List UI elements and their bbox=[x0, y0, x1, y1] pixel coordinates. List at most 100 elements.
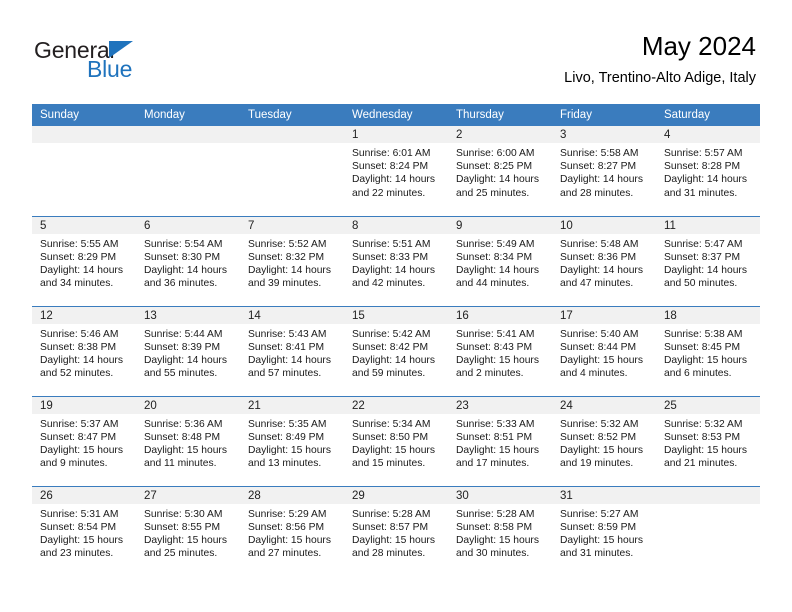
day-sunset-text: Sunset: 8:43 PM bbox=[456, 341, 533, 353]
day-sunset-text: Sunset: 8:29 PM bbox=[40, 251, 117, 263]
calendar-day-cell[interactable]: 3 Sunrise: 5:58 AM Sunset: 8:27 PM Daylight… bbox=[552, 126, 656, 216]
calendar-day-cell[interactable] bbox=[136, 126, 240, 216]
day-cell-content: 17 Sunrise: 5:40 AM Sunset: 8:44 PM Dayligh… bbox=[552, 306, 656, 396]
calendar-day-cell[interactable]: 10 Sunrise: 5:48 AM Sunset: 8:36 PM Dayligh… bbox=[552, 215, 656, 306]
weekday-header-tuesday: Tuesday bbox=[240, 104, 344, 126]
calendar-day-cell[interactable]: 6 Sunrise: 5:54 AM Sunset: 8:30 PM Daylight… bbox=[136, 215, 240, 306]
calendar-day-cell[interactable]: 25 Sunrise: 5:32 AM Sunset: 8:53 PM Dayligh… bbox=[656, 395, 760, 486]
day-sunset-text: Sunset: 8:51 PM bbox=[456, 431, 533, 443]
day-sunset-text: Sunset: 8:25 PM bbox=[456, 161, 533, 173]
calendar-week-row: 12 Sunrise: 5:46 AM Sunset: 8:38 PM Dayligh… bbox=[32, 305, 760, 396]
calendar-day-cell[interactable]: 9 Sunrise: 5:49 AM Sunset: 8:34 PM Daylight… bbox=[448, 215, 552, 306]
calendar-day-cell[interactable]: 1 Sunrise: 6:01 AM Sunset: 8:24 PM Daylight… bbox=[344, 126, 448, 216]
weekday-header-sunday: Sunday bbox=[32, 104, 136, 126]
day-daylight-line1-text: Daylight: 15 hours bbox=[664, 444, 747, 456]
general-blue-logo[interactable]: General Blue bbox=[34, 38, 234, 88]
calendar-day-cell[interactable]: 28 Sunrise: 5:29 AM Sunset: 8:56 PM Dayligh… bbox=[240, 485, 344, 576]
day-number: 18 bbox=[656, 306, 760, 324]
calendar-day-cell[interactable]: 21 Sunrise: 5:35 AM Sunset: 8:49 PM Dayligh… bbox=[240, 395, 344, 486]
day-daylight-line1-text: Daylight: 15 hours bbox=[352, 534, 435, 546]
day-daylight-line1-text: Daylight: 14 hours bbox=[560, 174, 643, 186]
day-daylight-line1-text: Daylight: 14 hours bbox=[664, 264, 747, 276]
calendar-week-row: 19 Sunrise: 5:37 AM Sunset: 8:47 PM Dayligh… bbox=[32, 395, 760, 486]
day-number: 25 bbox=[656, 396, 760, 414]
day-daylight-line2-text: and 31 minutes. bbox=[560, 548, 634, 560]
calendar-day-cell[interactable]: 7 Sunrise: 5:52 AM Sunset: 8:32 PM Daylight… bbox=[240, 215, 344, 306]
calendar-day-cell[interactable] bbox=[656, 485, 760, 576]
calendar-day-cell[interactable]: 13 Sunrise: 5:44 AM Sunset: 8:39 PM Dayligh… bbox=[136, 305, 240, 396]
calendar-day-cell[interactable]: 15 Sunrise: 5:42 AM Sunset: 8:42 PM Dayligh… bbox=[344, 305, 448, 396]
calendar-day-cell[interactable]: 2 Sunrise: 6:00 AM Sunset: 8:25 PM Daylight… bbox=[448, 126, 552, 216]
day-sunrise-text: Sunrise: 5:49 AM bbox=[456, 238, 535, 250]
day-daylight-line2-text: and 6 minutes. bbox=[664, 368, 732, 380]
day-cell-content: 24 Sunrise: 5:32 AM Sunset: 8:52 PM Dayligh… bbox=[552, 396, 656, 486]
day-number: 27 bbox=[136, 486, 240, 504]
day-sunrise-text: Sunrise: 5:47 AM bbox=[664, 238, 743, 250]
day-details: Sunrise: 5:33 AM Sunset: 8:51 PM Daylight:… bbox=[448, 414, 552, 471]
day-cell-content: 10 Sunrise: 5:48 AM Sunset: 8:36 PM Dayligh… bbox=[552, 216, 656, 306]
day-sunrise-text: Sunrise: 5:35 AM bbox=[248, 418, 327, 430]
calendar-day-cell[interactable]: 18 Sunrise: 5:38 AM Sunset: 8:45 PM Dayligh… bbox=[656, 305, 760, 396]
calendar-week-row: 5 Sunrise: 5:55 AM Sunset: 8:29 PM Daylight… bbox=[32, 215, 760, 306]
calendar-day-cell[interactable]: 20 Sunrise: 5:36 AM Sunset: 8:48 PM Dayligh… bbox=[136, 395, 240, 486]
day-daylight-line2-text: and 25 minutes. bbox=[456, 187, 530, 199]
calendar-day-cell[interactable] bbox=[32, 126, 136, 216]
calendar-day-cell[interactable]: 5 Sunrise: 5:55 AM Sunset: 8:29 PM Daylight… bbox=[32, 215, 136, 306]
day-daylight-line1-text: Daylight: 14 hours bbox=[352, 174, 435, 186]
day-daylight-line2-text: and 11 minutes. bbox=[144, 458, 217, 470]
day-cell-content bbox=[240, 126, 344, 215]
day-details: Sunrise: 5:43 AM Sunset: 8:41 PM Daylight:… bbox=[240, 324, 344, 381]
day-sunrise-text: Sunrise: 5:36 AM bbox=[144, 418, 223, 430]
day-number: 19 bbox=[32, 396, 136, 414]
day-sunset-text: Sunset: 8:24 PM bbox=[352, 161, 429, 173]
day-number: 14 bbox=[240, 306, 344, 324]
day-daylight-line1-text: Daylight: 15 hours bbox=[352, 444, 435, 456]
day-daylight-line1-text: Daylight: 15 hours bbox=[456, 444, 539, 456]
calendar-day-cell[interactable]: 17 Sunrise: 5:40 AM Sunset: 8:44 PM Dayligh… bbox=[552, 305, 656, 396]
day-cell-content: 4 Sunrise: 5:57 AM Sunset: 8:28 PM Daylight… bbox=[656, 126, 760, 215]
calendar-day-cell[interactable]: 27 Sunrise: 5:30 AM Sunset: 8:55 PM Dayligh… bbox=[136, 485, 240, 576]
calendar-day-cell[interactable]: 14 Sunrise: 5:43 AM Sunset: 8:41 PM Dayligh… bbox=[240, 305, 344, 396]
day-sunset-text: Sunset: 8:57 PM bbox=[352, 521, 429, 533]
page-subtitle: Livo, Trentino-Alto Adige, Italy bbox=[564, 70, 756, 86]
day-cell-content bbox=[32, 126, 136, 215]
day-cell-content: 31 Sunrise: 5:27 AM Sunset: 8:59 PM Dayligh… bbox=[552, 486, 656, 576]
calendar-day-cell[interactable]: 16 Sunrise: 5:41 AM Sunset: 8:43 PM Dayligh… bbox=[448, 305, 552, 396]
day-number: 3 bbox=[552, 126, 656, 143]
calendar-day-cell[interactable]: 26 Sunrise: 5:31 AM Sunset: 8:54 PM Dayligh… bbox=[32, 485, 136, 576]
day-details: Sunrise: 5:32 AM Sunset: 8:53 PM Daylight:… bbox=[656, 414, 760, 471]
day-sunset-text: Sunset: 8:32 PM bbox=[248, 251, 325, 263]
calendar-day-cell[interactable]: 19 Sunrise: 5:37 AM Sunset: 8:47 PM Dayligh… bbox=[32, 395, 136, 486]
day-daylight-line1-text: Daylight: 14 hours bbox=[352, 264, 435, 276]
day-sunset-text: Sunset: 8:53 PM bbox=[664, 431, 741, 443]
calendar-day-cell[interactable] bbox=[240, 126, 344, 216]
day-sunset-text: Sunset: 8:52 PM bbox=[560, 431, 637, 443]
day-details: Sunrise: 5:38 AM Sunset: 8:45 PM Daylight:… bbox=[656, 324, 760, 381]
calendar-day-cell[interactable]: 22 Sunrise: 5:34 AM Sunset: 8:50 PM Dayligh… bbox=[344, 395, 448, 486]
weekday-header-thursday: Thursday bbox=[448, 104, 552, 126]
day-details: Sunrise: 6:01 AM Sunset: 8:24 PM Daylight:… bbox=[344, 143, 448, 200]
calendar-day-cell[interactable]: 31 Sunrise: 5:27 AM Sunset: 8:59 PM Dayligh… bbox=[552, 485, 656, 576]
calendar-day-cell[interactable]: 11 Sunrise: 5:47 AM Sunset: 8:37 PM Dayligh… bbox=[656, 215, 760, 306]
calendar-day-cell[interactable]: 12 Sunrise: 5:46 AM Sunset: 8:38 PM Dayligh… bbox=[32, 305, 136, 396]
day-daylight-line1-text: Daylight: 14 hours bbox=[560, 264, 643, 276]
calendar-day-cell[interactable]: 29 Sunrise: 5:28 AM Sunset: 8:57 PM Dayligh… bbox=[344, 485, 448, 576]
calendar-table: Sunday Monday Tuesday Wednesday Thursday… bbox=[32, 104, 760, 576]
day-details: Sunrise: 5:48 AM Sunset: 8:36 PM Daylight:… bbox=[552, 234, 656, 291]
day-sunrise-text: Sunrise: 5:43 AM bbox=[248, 328, 327, 340]
calendar-day-cell[interactable]: 30 Sunrise: 5:28 AM Sunset: 8:58 PM Dayligh… bbox=[448, 485, 552, 576]
calendar-day-cell[interactable]: 4 Sunrise: 5:57 AM Sunset: 8:28 PM Daylight… bbox=[656, 126, 760, 216]
day-number: 4 bbox=[656, 126, 760, 143]
day-number: 23 bbox=[448, 396, 552, 414]
day-details: Sunrise: 5:41 AM Sunset: 8:43 PM Daylight:… bbox=[448, 324, 552, 381]
calendar-day-cell[interactable]: 8 Sunrise: 5:51 AM Sunset: 8:33 PM Daylight… bbox=[344, 215, 448, 306]
day-number: 8 bbox=[344, 216, 448, 234]
day-sunset-text: Sunset: 8:54 PM bbox=[40, 521, 117, 533]
calendar-day-cell[interactable]: 23 Sunrise: 5:33 AM Sunset: 8:51 PM Dayligh… bbox=[448, 395, 552, 486]
day-sunrise-text: Sunrise: 5:34 AM bbox=[352, 418, 431, 430]
day-sunset-text: Sunset: 8:45 PM bbox=[664, 341, 741, 353]
day-number: 29 bbox=[344, 486, 448, 504]
day-details: Sunrise: 5:37 AM Sunset: 8:47 PM Daylight:… bbox=[32, 414, 136, 471]
calendar-day-cell[interactable]: 24 Sunrise: 5:32 AM Sunset: 8:52 PM Dayligh… bbox=[552, 395, 656, 486]
day-daylight-line2-text: and 28 minutes. bbox=[560, 187, 634, 199]
